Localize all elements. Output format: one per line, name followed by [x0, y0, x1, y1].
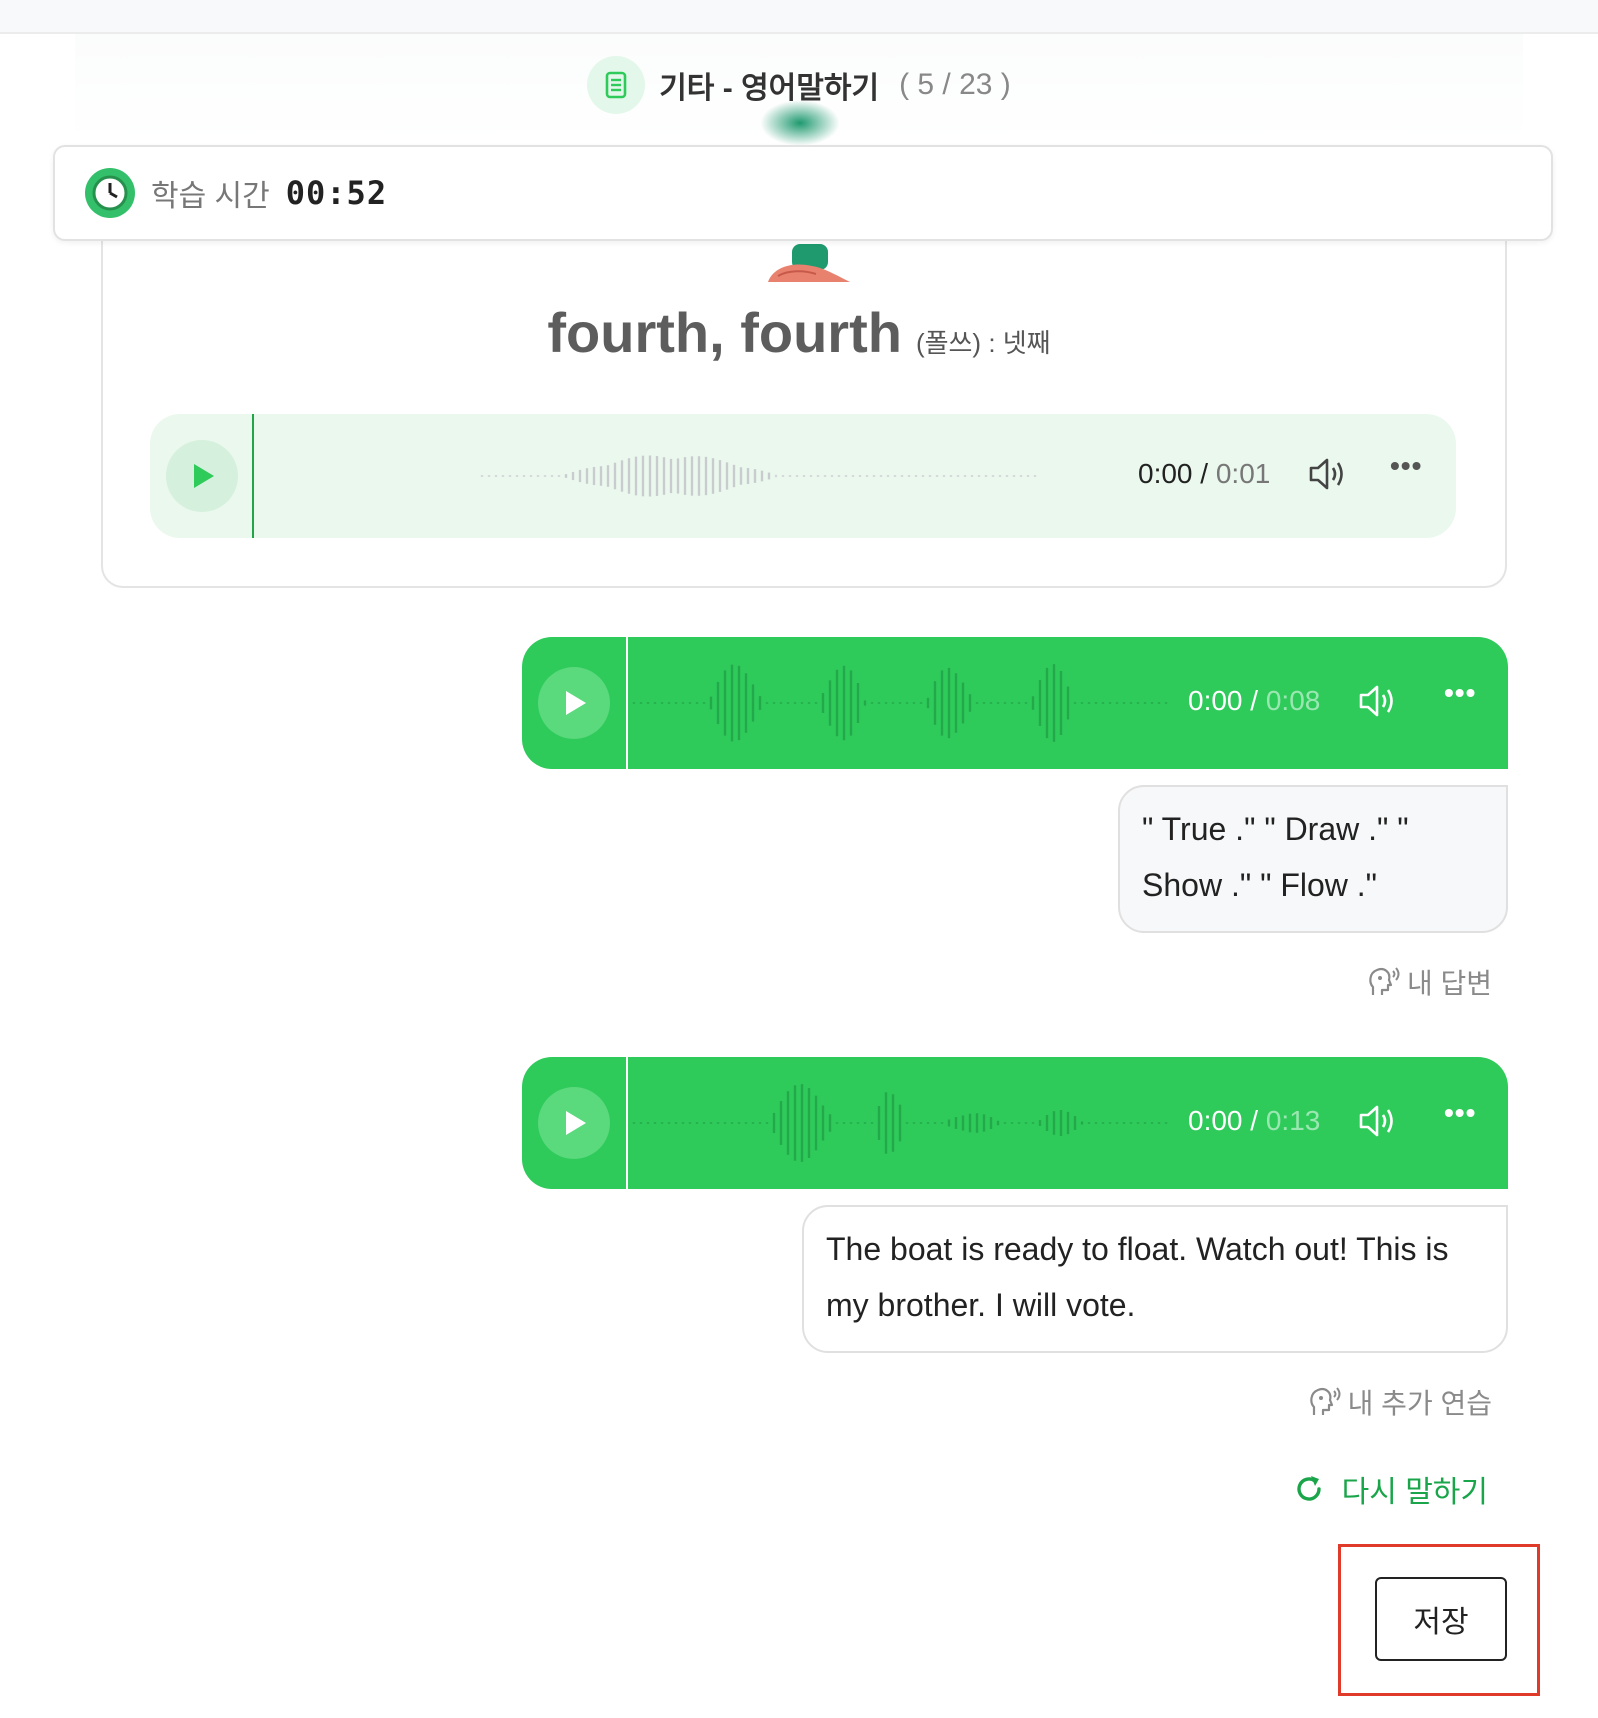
study-time-value: 00:52: [285, 174, 388, 212]
total-time: 0:13: [1265, 1105, 1321, 1136]
speaking-head-icon: [1309, 1387, 1341, 1415]
decorative-blur: [760, 100, 840, 146]
total-time: 0:08: [1265, 685, 1321, 716]
audio-time: 0:00 / 0:13: [1188, 1105, 1320, 1137]
word-text: fourth, fourth: [547, 301, 902, 364]
playhead[interactable]: [252, 414, 254, 538]
waveform[interactable]: [632, 1073, 1172, 1173]
retry-label: 다시 말하기: [1341, 1476, 1488, 1509]
time-separator: /: [1242, 1105, 1266, 1136]
study-time-label: 학습 시간: [151, 180, 270, 213]
current-time: 0:00: [1188, 1105, 1243, 1136]
sample-audio-player[interactable]: 0:00 / 0:01 •••: [150, 414, 1456, 538]
more-icon[interactable]: •••: [1444, 1097, 1476, 1129]
current-time: 0:00: [1188, 685, 1243, 716]
more-icon[interactable]: •••: [1444, 677, 1476, 709]
practice-caption: 내 추가 연습: [1308, 1382, 1492, 1422]
play-icon: [566, 1111, 586, 1135]
volume-icon[interactable]: [1308, 456, 1348, 492]
word-meaning: (폴쓰) : 넷째: [915, 328, 1051, 358]
speaking-head-icon: [1369, 967, 1400, 995]
practice-transcript: The boat is ready to float. Watch out! T…: [802, 1205, 1508, 1353]
waveform[interactable]: [632, 653, 1172, 753]
play-button[interactable]: [538, 1087, 610, 1159]
playhead[interactable]: [626, 637, 628, 769]
lesson-progress: ( 5 / 23 ): [899, 68, 1011, 101]
play-button[interactable]: [538, 667, 610, 739]
volume-icon[interactable]: [1358, 1103, 1398, 1139]
refresh-icon: [1296, 1476, 1321, 1501]
clock-icon: [85, 168, 135, 218]
play-button[interactable]: [166, 440, 238, 512]
practice-audio-player[interactable]: 0:00 / 0:13 •••: [522, 1057, 1508, 1189]
top-bar: [0, 0, 1598, 34]
answer-audio-player[interactable]: 0:00 / 0:08 •••: [522, 637, 1508, 769]
audio-time: 0:00 / 0:01: [1138, 458, 1270, 490]
play-icon: [194, 464, 214, 488]
waveform[interactable]: [480, 446, 1040, 506]
play-icon: [566, 691, 586, 715]
document-icon: [587, 56, 646, 114]
answer-transcript: " True ." " Draw ." " Show ." " Flow .": [1118, 785, 1508, 933]
time-separator: /: [1192, 458, 1216, 489]
audio-time: 0:00 / 0:08: [1188, 685, 1320, 717]
playhead[interactable]: [626, 1057, 628, 1189]
time-separator: /: [1242, 685, 1266, 716]
save-button[interactable]: 저장: [1375, 1577, 1507, 1661]
retry-button[interactable]: 다시 말하기: [1292, 1467, 1488, 1511]
answer-caption: 내 답변: [1367, 962, 1492, 1002]
study-time-bar: 학습 시간 00:52: [53, 145, 1553, 241]
caption-text: 내 답변: [1406, 968, 1492, 999]
caption-text: 내 추가 연습: [1347, 1388, 1492, 1419]
current-time: 0:00: [1138, 458, 1193, 489]
volume-icon[interactable]: [1358, 683, 1398, 719]
word-heading: fourth, fourth (폴쓰) : 넷째: [0, 300, 1598, 365]
hand-image: [768, 244, 850, 282]
total-time: 0:01: [1215, 458, 1271, 489]
more-icon[interactable]: •••: [1390, 450, 1422, 482]
lesson-title: 기타 - 영어말하기: [659, 72, 880, 105]
